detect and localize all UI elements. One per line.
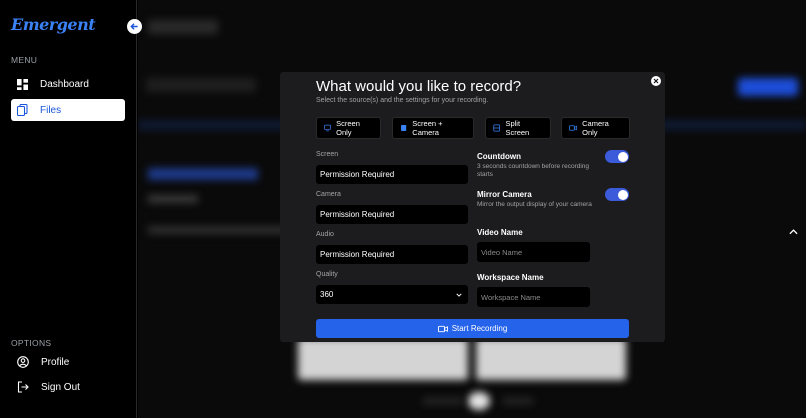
video-name-field[interactable] [477,242,590,262]
source-label: Camera Only [582,119,609,137]
sidebar-item-profile[interactable]: Profile [11,351,125,373]
collapse-sidebar-button[interactable] [127,19,142,34]
camera-select[interactable]: Permission Required [316,205,468,224]
chevron-down-icon [456,293,462,297]
start-recording-label: Start Recording [451,324,508,333]
monitor-icon [324,124,331,132]
mirror-camera-toggle[interactable] [605,188,629,201]
camera-label: Camera [316,191,341,198]
arrow-left-icon [130,23,138,30]
chevron-up-icon[interactable] [789,228,798,235]
mirror-camera-title: Mirror Camera [477,190,532,199]
audio-select[interactable]: Permission Required [316,245,468,264]
camera-value: Permission Required [320,210,395,219]
files-icon [17,104,28,116]
options-section-label: OPTIONS [11,338,52,348]
sidebar-item-label: Sign Out [41,381,80,393]
quality-value: 360 [320,290,334,299]
workspace-name-input[interactable] [481,292,590,302]
source-screen-camera-button[interactable]: Screen + Camera [392,117,474,139]
menu-section-label: MENU [11,55,38,65]
workspace-name-field[interactable] [477,287,590,307]
video-camera-icon [569,125,578,131]
source-label: Screen + Camera [412,119,443,137]
sidebar-item-label: Dashboard [40,78,89,90]
countdown-toggle[interactable] [605,150,629,163]
screen-label: Screen [316,151,339,158]
countdown-description: 3 seconds countdown before recording sta… [477,163,590,179]
video-name-input[interactable] [481,247,590,257]
audio-value: Permission Required [320,250,395,259]
record-modal: What would you like to record? Select th… [280,72,665,342]
source-label: Screen Only [336,119,360,137]
video-name-label: Video Name [477,228,523,237]
toggle-knob [617,189,628,200]
sign-out-icon [17,381,29,393]
countdown-title: Countdown [477,152,521,161]
close-button[interactable] [651,76,661,86]
source-camera-only-button[interactable]: Camera Only [561,117,630,139]
brand-logo: Emergent [11,15,96,34]
audio-label: Audio [316,231,334,238]
quality-label: Quality [316,271,338,278]
split-screen-icon [493,124,501,132]
quality-select[interactable]: 360 [316,285,468,304]
screen-camera-icon [401,124,407,132]
screen-select[interactable]: Permission Required [316,165,468,184]
sidebar-item-label: Profile [41,356,70,368]
screen-value: Permission Required [320,170,395,179]
profile-icon [17,356,29,368]
sidebar-item-files[interactable]: Files [11,99,125,121]
sidebar-item-dashboard[interactable]: Dashboard [11,73,125,95]
workspace-name-label: Workspace Name [477,273,544,282]
source-screen-only-button[interactable]: Screen Only [316,117,381,139]
sidebar-item-sign-out[interactable]: Sign Out [11,376,125,398]
modal-subtitle: Select the source(s) and the settings fo… [316,97,489,104]
start-recording-button[interactable]: Start Recording [316,319,629,338]
toggle-knob [617,151,628,162]
close-icon [653,78,659,84]
dashboard-icon [17,78,28,90]
source-split-screen-button[interactable]: Split Screen [485,117,551,139]
sidebar-item-label: Files [40,104,62,116]
sidebar: Emergent MENU Dashboard Files OPTIONS Pr… [0,0,137,418]
video-camera-icon [437,325,448,332]
modal-title: What would you like to record? [316,78,522,95]
source-label: Split Screen [505,119,530,137]
mirror-camera-description: Mirror the output display of your camera [477,201,592,208]
